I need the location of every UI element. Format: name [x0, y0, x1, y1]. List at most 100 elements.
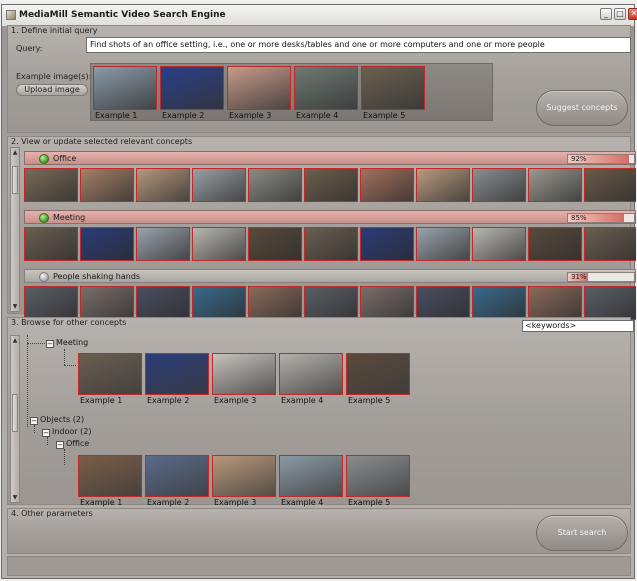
keyframe-thumbnail[interactable]: [24, 168, 78, 202]
keyframe-thumbnail[interactable]: [248, 286, 302, 320]
example-image-thumbnail[interactable]: [361, 66, 425, 110]
scrollbar-thumb[interactable]: [12, 166, 18, 194]
scroll-up-icon[interactable]: ▲: [11, 148, 19, 157]
suggest-concepts-button[interactable]: Suggest concepts: [536, 90, 628, 126]
app-window: MediaMill Semantic Video Search Engine _…: [1, 4, 637, 579]
scrollbar-thumb[interactable]: [12, 394, 18, 432]
concept-status-icon[interactable]: [39, 154, 49, 164]
section-title: 2. View or update selected relevant conc…: [11, 137, 193, 146]
scroll-up-icon[interactable]: ▲: [11, 336, 19, 345]
keyframe-thumbnail[interactable]: [192, 168, 246, 202]
keyframe-thumbnail[interactable]: [248, 227, 302, 261]
example-image-thumbnail[interactable]: [93, 66, 157, 110]
concept-header[interactable]: Meeting 85%: [24, 210, 636, 224]
keyframe-thumbnail[interactable]: [80, 168, 134, 202]
concept-name: People shaking hands: [53, 272, 141, 281]
example-image-thumbnail[interactable]: [160, 66, 224, 110]
tree-node-office[interactable]: − Office: [56, 439, 89, 449]
meeting-example-thumbnail[interactable]: [346, 353, 410, 395]
keyframe-thumbnail[interactable]: [528, 168, 582, 202]
keyframe-thumbnail[interactable]: [304, 286, 358, 320]
keyframe-thumbnail[interactable]: [24, 227, 78, 261]
section-title: 4. Other parameters: [11, 509, 93, 518]
example-image-thumbnail[interactable]: [294, 66, 358, 110]
example-caption: Example 2: [147, 498, 190, 507]
concept-status-icon[interactable]: [39, 272, 49, 282]
keyframe-thumbnail[interactable]: [304, 227, 358, 261]
start-search-button[interactable]: Start search: [536, 515, 628, 551]
keyframe-thumbnail[interactable]: [304, 168, 358, 202]
office-example-thumbnail[interactable]: [212, 455, 276, 497]
tree-connector: [64, 365, 76, 366]
scroll-down-icon[interactable]: ▼: [11, 302, 19, 311]
collapse-icon[interactable]: −: [42, 429, 50, 437]
keyframe-thumbnail[interactable]: [360, 227, 414, 261]
keyframe-thumbnail[interactable]: [136, 227, 190, 261]
tree-node-objects[interactable]: − Objects (2): [30, 415, 84, 425]
example-caption: Example 2: [162, 111, 205, 120]
meeting-example-thumbnail[interactable]: [145, 353, 209, 395]
keyframe-thumbnail[interactable]: [528, 227, 582, 261]
keyframe-thumbnail[interactable]: [248, 168, 302, 202]
example-caption: Example 3: [229, 111, 272, 120]
meeting-example-thumbnail[interactable]: [78, 353, 142, 395]
keyframe-thumbnail[interactable]: [24, 286, 78, 320]
keyframe-thumbnail[interactable]: [136, 286, 190, 320]
example-image-thumbnail[interactable]: [227, 66, 291, 110]
concepts-scrollbar[interactable]: ▲ ▼: [10, 147, 20, 312]
keyframe-thumbnail[interactable]: [416, 227, 470, 261]
keyframe-thumbnail[interactable]: [360, 168, 414, 202]
example-caption: Example 5: [348, 396, 391, 405]
collapse-icon[interactable]: −: [56, 441, 64, 449]
keyframe-thumbnail[interactable]: [584, 286, 636, 320]
keyframe-thumbnail[interactable]: [584, 168, 636, 202]
office-example-thumbnail[interactable]: [78, 455, 142, 497]
example-caption: Example 1: [80, 498, 123, 507]
concept-header[interactable]: People shaking hands 31%: [24, 269, 636, 283]
keyframe-thumbnail[interactable]: [472, 168, 526, 202]
keyframe-thumbnail[interactable]: [192, 286, 246, 320]
office-example-thumbnail[interactable]: [279, 455, 343, 497]
collapse-icon[interactable]: −: [30, 417, 38, 425]
concept-header[interactable]: Office 92%: [24, 151, 636, 165]
example-caption: Example 5: [348, 498, 391, 507]
keyframe-thumbnail[interactable]: [80, 227, 134, 261]
status-area: [7, 556, 631, 576]
example-caption: Example 4: [296, 111, 339, 120]
close-button[interactable]: ✕: [628, 8, 637, 20]
query-input[interactable]: Find shots of an office setting, i.e., o…: [86, 37, 631, 53]
meeting-example-thumbnail[interactable]: [279, 353, 343, 395]
example-caption: Example 1: [80, 396, 123, 405]
keyframe-thumbnail[interactable]: [360, 286, 414, 320]
concept-status-icon[interactable]: [39, 213, 49, 223]
keyword-search-input[interactable]: <keywords>: [522, 320, 634, 332]
section-other-parameters: 4. Other parameters Start search: [7, 508, 631, 554]
keyframe-thumbnail[interactable]: [416, 286, 470, 320]
confidence-bar: 85%: [567, 213, 635, 223]
minimize-button[interactable]: _: [600, 8, 612, 20]
keyframe-thumbnail[interactable]: [584, 227, 636, 261]
confidence-text: 92%: [571, 155, 587, 163]
concept-frames-row: [24, 286, 636, 320]
keyframe-thumbnail[interactable]: [528, 286, 582, 320]
tree-node-meeting[interactable]: − Meeting: [46, 338, 88, 348]
example-caption: Example 5: [363, 111, 406, 120]
app-icon: [6, 10, 16, 20]
maximize-button[interactable]: □: [614, 8, 626, 20]
keyframe-thumbnail[interactable]: [192, 227, 246, 261]
keyframe-thumbnail[interactable]: [416, 168, 470, 202]
confidence-text: 31%: [571, 273, 587, 281]
keyframe-thumbnail[interactable]: [472, 286, 526, 320]
browse-scrollbar[interactable]: ▲ ▼: [10, 335, 20, 503]
office-example-thumbnail[interactable]: [145, 455, 209, 497]
tree-node-indoor[interactable]: − Indoor (2): [42, 427, 91, 437]
collapse-icon[interactable]: −: [46, 340, 54, 348]
tree-connector: [27, 335, 28, 427]
keyframe-thumbnail[interactable]: [136, 168, 190, 202]
keyframe-thumbnail[interactable]: [472, 227, 526, 261]
office-example-thumbnail[interactable]: [346, 455, 410, 497]
scroll-down-icon[interactable]: ▼: [11, 493, 19, 502]
keyframe-thumbnail[interactable]: [80, 286, 134, 320]
meeting-example-thumbnail[interactable]: [212, 353, 276, 395]
upload-image-button[interactable]: Upload image: [16, 84, 88, 96]
